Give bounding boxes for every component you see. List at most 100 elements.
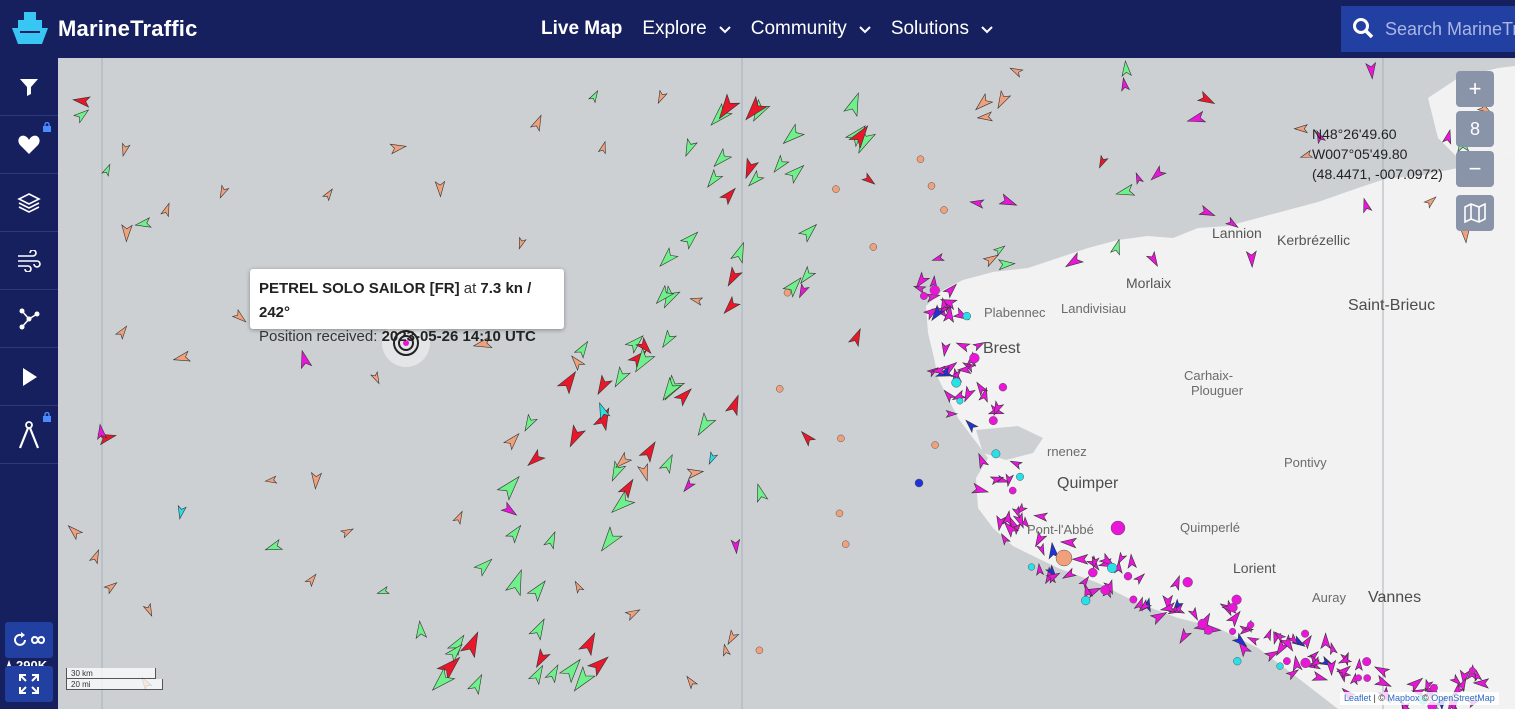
leaflet-link[interactable]: Leaflet: [1344, 693, 1371, 703]
zoom-in-button[interactable]: +: [1456, 71, 1494, 107]
vessel-dot[interactable]: [1247, 621, 1255, 629]
vessel-dot[interactable]: [775, 385, 784, 393]
vessel-dot[interactable]: [1363, 674, 1372, 682]
weather-button[interactable]: [0, 232, 58, 290]
zoom-level: 8: [1456, 111, 1494, 147]
vessel-dot[interactable]: [914, 478, 924, 488]
scale-imperial: 20 mi: [66, 679, 163, 690]
place-label: Pontivy: [1284, 455, 1327, 470]
vessel-dot[interactable]: [841, 540, 850, 548]
vessel-dot[interactable]: [951, 377, 962, 388]
refresh-button[interactable]: [5, 622, 53, 658]
search-input[interactable]: [1385, 18, 1515, 40]
vessel-dot[interactable]: [1055, 549, 1073, 567]
vessel-dot[interactable]: [1429, 683, 1438, 692]
chevron-down-icon: [719, 26, 731, 34]
vessel-dot[interactable]: [1300, 657, 1311, 668]
playback-button[interactable]: [0, 348, 58, 406]
brand-name: MarineTraffic: [58, 16, 198, 41]
vessel-dot[interactable]: [1231, 594, 1242, 605]
vessel-dot[interactable]: [956, 397, 964, 405]
layers-button[interactable]: [0, 174, 58, 232]
vessel-dot[interactable]: [1301, 629, 1310, 638]
tooltip-line-1: PETREL SOLO SAILOR [FR] at 7.3 kn / 242°: [259, 277, 564, 325]
vessel-dot[interactable]: [1123, 572, 1133, 581]
nav-explore[interactable]: Explore: [642, 18, 731, 40]
tooltip-line-2: Position received: 2023-05-26 14:10 UTC: [259, 325, 564, 349]
vessel-dot[interactable]: [832, 185, 840, 193]
measure-button[interactable]: [0, 406, 58, 464]
play-icon: [23, 367, 37, 386]
vessel-dot[interactable]: [1081, 595, 1091, 606]
map-attribution: Leaflet | © Mapbox © OpenStreetMap: [1340, 692, 1499, 705]
map-style-button[interactable]: [1456, 195, 1494, 231]
vessel-dot[interactable]: [1362, 657, 1372, 667]
vessel-dot[interactable]: [1110, 520, 1126, 536]
vessel-dot[interactable]: [929, 285, 940, 296]
vessel-dot[interactable]: [969, 352, 980, 364]
vessel-dot[interactable]: [1276, 662, 1284, 670]
vessel-dot[interactable]: [927, 182, 936, 190]
vessel-dot[interactable]: [962, 311, 971, 321]
vessel-dot[interactable]: [998, 382, 1008, 392]
vessel-dot[interactable]: [1233, 657, 1242, 666]
vessel-dot[interactable]: [755, 646, 764, 655]
vessel-dot[interactable]: [991, 449, 1001, 459]
search-box[interactable]: [1341, 6, 1515, 52]
position-time: 2023-05-26 14:10 UTC: [381, 328, 536, 345]
vessel-dot[interactable]: [1027, 563, 1036, 571]
map-zoom-controls: + 8 −: [1456, 71, 1494, 235]
map-canvas[interactable]: [58, 58, 1515, 709]
vessel-dot[interactable]: [919, 292, 928, 300]
ship-logo-icon: [12, 12, 48, 44]
nav-live-map[interactable]: Live Map: [541, 18, 622, 40]
vessel-dot[interactable]: [931, 441, 939, 449]
vessel-dot[interactable]: [916, 155, 925, 163]
nav-solutions[interactable]: Solutions: [891, 18, 993, 40]
vessel-dot[interactable]: [1282, 657, 1291, 666]
place-label: Plabennec: [984, 305, 1046, 320]
vessel-dot[interactable]: [940, 206, 948, 214]
my-fleets-button[interactable]: [0, 116, 58, 174]
tooltip-at: at: [463, 280, 477, 297]
vessel-dot[interactable]: [1355, 674, 1362, 682]
place-label: Landivisiau: [1061, 301, 1127, 316]
longitude-dms: W007°05'49.80: [1312, 146, 1408, 162]
vessel-dot[interactable]: [1197, 618, 1208, 629]
place-label: Brest: [983, 340, 1021, 357]
vessel-dot[interactable]: [1100, 585, 1111, 595]
vessel-dot[interactable]: [835, 509, 844, 518]
attribution-separator: | ©: [1371, 693, 1388, 703]
layers-icon: [17, 192, 41, 213]
place-label: Vannes: [1368, 589, 1422, 606]
vessel-dot[interactable]: [1129, 595, 1138, 604]
mapbox-link[interactable]: Mapbox: [1388, 693, 1420, 703]
vessel-dot[interactable]: [1229, 627, 1237, 635]
vessel-dot[interactable]: [1008, 486, 1017, 495]
osm-link[interactable]: OpenStreetMap: [1431, 693, 1495, 703]
vessel-dot[interactable]: [1088, 567, 1098, 578]
nav-explore-label: Explore: [642, 18, 707, 39]
place-label: Quimper: [1057, 475, 1119, 492]
fullscreen-button[interactable]: [5, 666, 53, 702]
place-label: Carhaix-: [1184, 368, 1234, 383]
place-label: Lorient: [1233, 560, 1276, 576]
place-label: Lannion: [1212, 225, 1262, 241]
zoom-out-button[interactable]: −: [1456, 151, 1494, 187]
vessel-dot[interactable]: [1107, 562, 1118, 573]
heart-icon: [18, 135, 40, 154]
place-label: Saint-Brieuc: [1348, 297, 1436, 314]
brand-logo[interactable]: MarineTraffic: [10, 10, 198, 48]
vessel-dot[interactable]: [1016, 472, 1024, 481]
vessel-dot[interactable]: [1182, 577, 1193, 588]
vessel-dot[interactable]: [783, 288, 792, 297]
filters-button[interactable]: [0, 58, 58, 116]
vessel-dot[interactable]: [869, 243, 878, 251]
vessel-dot[interactable]: [1468, 667, 1476, 674]
live-map[interactable]: Lannion Kerbrézellic Morlaix Saint-Brieu…: [58, 58, 1515, 709]
vessel-dot[interactable]: [837, 434, 845, 443]
place-label: Quimperlé: [1180, 520, 1240, 535]
density-button[interactable]: [0, 290, 58, 348]
vessel-dot[interactable]: [988, 416, 998, 426]
nav-community[interactable]: Community: [751, 18, 871, 40]
